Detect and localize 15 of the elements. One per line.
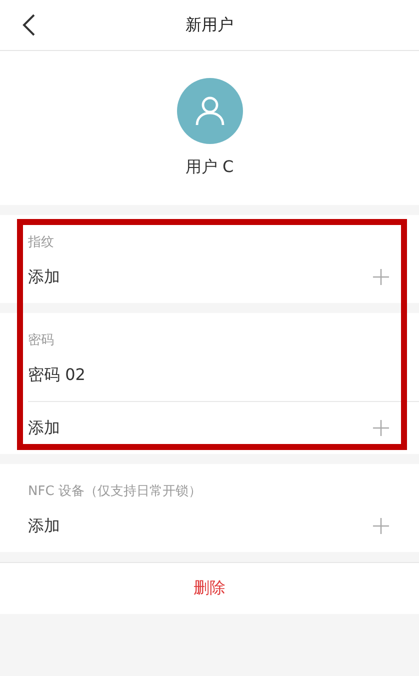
section-label: 指纹 — [28, 234, 54, 251]
user-name: 用户 C — [185, 157, 234, 178]
plus-icon[interactable] — [373, 518, 389, 534]
back-icon[interactable] — [22, 14, 36, 36]
section-label: 密码 — [28, 332, 54, 349]
plus-icon[interactable] — [373, 269, 389, 285]
user-icon — [194, 95, 226, 127]
add-label[interactable]: 添加 — [28, 266, 60, 288]
page-title: 新用户 — [186, 14, 234, 36]
section-label: NFC 设备（仅支持日常开锁） — [28, 483, 202, 500]
add-label[interactable]: 添加 — [28, 516, 60, 536]
delete-button[interactable]: 删除 — [0, 562, 419, 614]
plus-icon[interactable] — [373, 420, 389, 436]
entry-label[interactable]: 密码 02 — [28, 364, 86, 386]
add-label[interactable]: 添加 — [28, 418, 60, 438]
